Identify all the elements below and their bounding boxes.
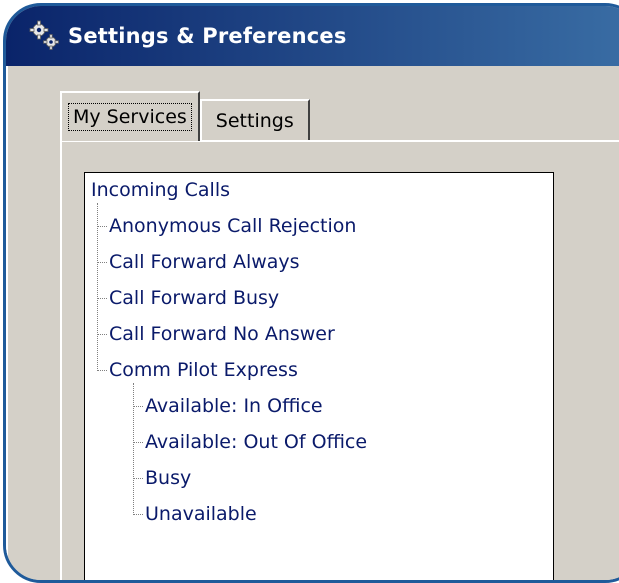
tree-item[interactable]: Available: Out Of Office bbox=[145, 431, 367, 453]
tab-strip: My Services Settings bbox=[60, 91, 310, 141]
tree-connector bbox=[97, 370, 107, 371]
gears-icon bbox=[29, 20, 59, 50]
tree-item[interactable]: Unavailable bbox=[145, 503, 257, 525]
tree-connector bbox=[97, 203, 98, 371]
tree-item[interactable]: Call Forward No Answer bbox=[109, 323, 335, 345]
tree-item[interactable]: Comm Pilot Express bbox=[109, 359, 298, 381]
tree-item[interactable]: Call Forward Busy bbox=[109, 287, 279, 309]
tab-panel: Incoming Calls Anonymous Call Rejection C… bbox=[60, 140, 619, 580]
tree-connector bbox=[97, 262, 107, 263]
services-tree[interactable]: Incoming Calls Anonymous Call Rejection C… bbox=[84, 172, 554, 580]
tree-connector bbox=[97, 226, 107, 227]
tab-settings[interactable]: Settings bbox=[199, 99, 310, 141]
window-body: My Services Settings Incoming Calls Anon… bbox=[6, 66, 619, 580]
tab-label: My Services bbox=[68, 103, 192, 131]
tree-connector bbox=[133, 442, 143, 443]
tree-item[interactable]: Anonymous Call Rejection bbox=[109, 215, 356, 237]
tree-connector bbox=[133, 406, 143, 407]
tree-connector bbox=[133, 514, 143, 515]
tab-my-services[interactable]: My Services bbox=[60, 91, 200, 141]
tab-label: Settings bbox=[215, 110, 294, 132]
tree-root-incoming-calls[interactable]: Incoming Calls bbox=[91, 179, 230, 201]
settings-window: Settings & Preferences My Services Setti… bbox=[3, 3, 619, 583]
tree-item[interactable]: Available: In Office bbox=[145, 395, 323, 417]
window-title: Settings & Preferences bbox=[68, 24, 347, 48]
tree-connector bbox=[133, 478, 143, 479]
tree-connector bbox=[97, 334, 107, 335]
tree-item[interactable]: Busy bbox=[145, 467, 191, 489]
tree-connector bbox=[133, 383, 134, 515]
tree-connector bbox=[97, 298, 107, 299]
title-bar[interactable]: Settings & Preferences bbox=[6, 6, 619, 66]
tree-item[interactable]: Call Forward Always bbox=[109, 251, 300, 273]
